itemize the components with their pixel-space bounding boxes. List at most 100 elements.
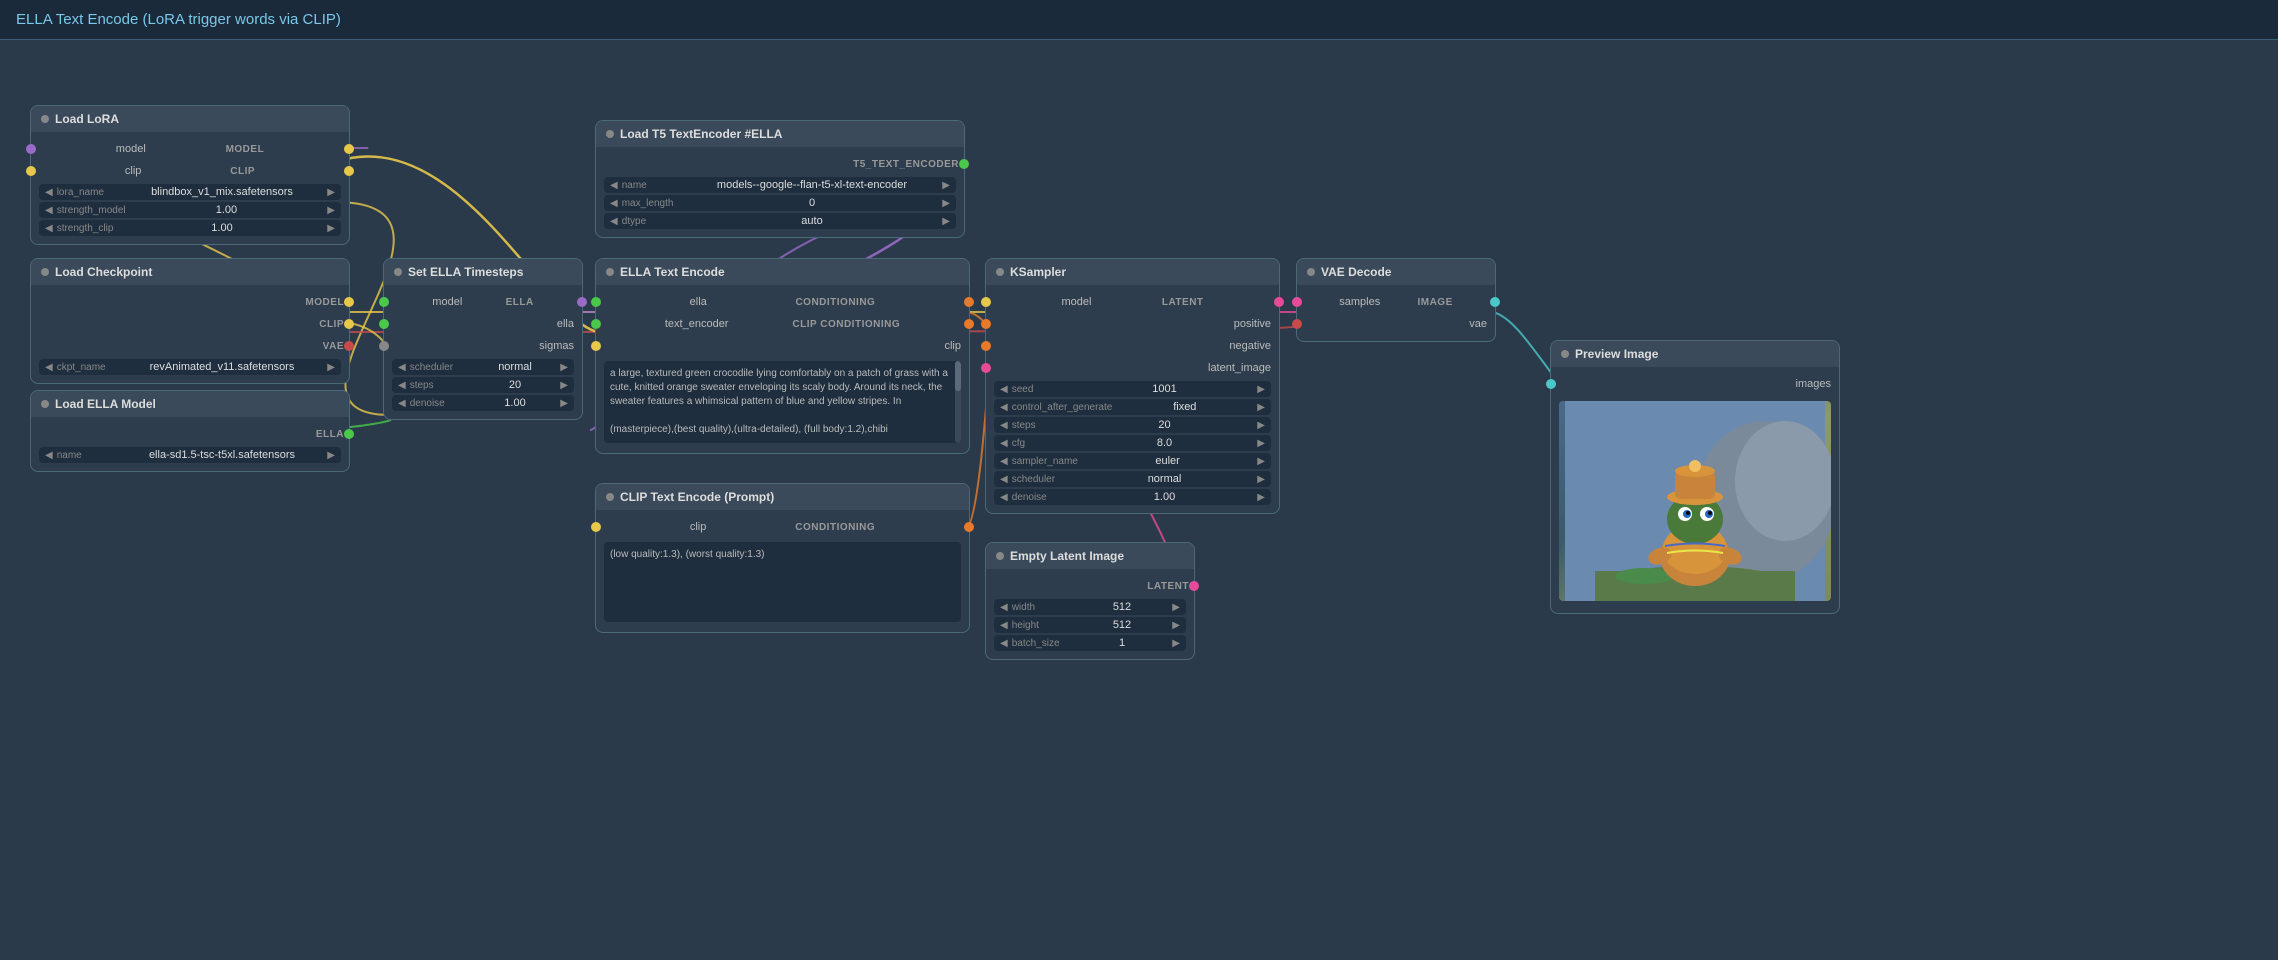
ella-name-left-arrow[interactable]: ◀ [45,450,53,461]
ks-sched-label: scheduler [1012,474,1072,485]
lora-name-left-arrow[interactable]: ◀ [45,187,53,198]
preview-svg [1559,401,1831,601]
checkpoint-vae-row: VAE [31,335,349,357]
strength-model-right-arrow[interactable]: ▶ [327,205,335,216]
ella-name-value: ella-sd1.5-tsc-t5xl.safetensors [121,449,324,461]
ks-denoise-left[interactable]: ◀ [1000,492,1008,503]
strength-clip-label: strength_clip [57,223,117,234]
sampler-name-right[interactable]: ▶ [1257,456,1265,467]
ks-denoise-right[interactable]: ▶ [1257,492,1265,503]
t5-name-right[interactable]: ▶ [942,180,950,191]
preview-image-body: images [1551,367,1839,613]
vae-decode-title: VAE Decode [1321,265,1391,279]
scheduler-value: normal [474,361,557,373]
t5-name-left[interactable]: ◀ [610,180,618,191]
seed-right[interactable]: ▶ [1257,384,1265,395]
clip-out-label: CLIP [230,166,255,177]
strength-clip-left-arrow[interactable]: ◀ [45,223,53,234]
load-ella-node: Load ELLA Model ELLA ◀ name ella-sd1.5-t… [30,390,350,472]
t5-dtype-control[interactable]: ◀ dtype auto ▶ [604,213,956,229]
ella-name-control[interactable]: ◀ name ella-sd1.5-tsc-t5xl.safetensors ▶ [39,447,341,463]
ks-steps-value: 20 [1076,419,1254,431]
seed-left[interactable]: ◀ [1000,384,1008,395]
height-left[interactable]: ◀ [1000,620,1008,631]
vae-decode-node: VAE Decode samples IMAGE vae [1296,258,1496,342]
cfg-right[interactable]: ▶ [1257,438,1265,449]
set-ella-ella-dot [379,319,389,329]
ksampler-model-row: model LATENT [986,291,1279,313]
ks-steps-right[interactable]: ▶ [1257,420,1265,431]
ella-encode-ella-dot [591,297,601,307]
set-scheduler-control[interactable]: ◀ scheduler normal ▶ [392,359,574,375]
lora-name-right-arrow[interactable]: ▶ [327,187,335,198]
set-steps-control[interactable]: ◀ steps 20 ▶ [392,377,574,393]
load-lora-body: model MODEL clip CLIP ◀ lora_name blindb… [31,132,349,244]
strength-model-control[interactable]: ◀ strength_model 1.00 ▶ [39,202,341,218]
set-denoise-left[interactable]: ◀ [398,398,406,409]
set-steps-right[interactable]: ▶ [560,380,568,391]
sampler-name-control[interactable]: ◀ sampler_name euler ▶ [994,453,1271,469]
vae-vae-label: vae [1469,318,1487,330]
model-out-label: MODEL [226,144,265,155]
height-control[interactable]: ◀ height 512 ▶ [994,617,1186,633]
ks-steps-left[interactable]: ◀ [1000,420,1008,431]
ks-sched-left[interactable]: ◀ [1000,474,1008,485]
t5-name-control[interactable]: ◀ name models--google--flan-t5-xl-text-e… [604,177,956,193]
clip-text-area[interactable]: (low quality:1.3), (worst quality:1.3) [604,542,961,622]
strength-clip-right-arrow[interactable]: ▶ [327,223,335,234]
ella-name-right-arrow[interactable]: ▶ [327,450,335,461]
empty-latent-out-dot [1189,581,1199,591]
seed-control[interactable]: ◀ seed 1001 ▶ [994,381,1271,397]
batch-right[interactable]: ▶ [1172,638,1180,649]
strength-clip-control[interactable]: ◀ strength_clip 1.00 ▶ [39,220,341,236]
ks-denoise-control[interactable]: ◀ denoise 1.00 ▶ [994,489,1271,505]
t5-maxlen-left[interactable]: ◀ [610,198,618,209]
t5-name-label: name [622,180,682,191]
t5-dtype-label: dtype [622,216,682,227]
model-out-dot [344,144,354,154]
ckpt-name-control[interactable]: ◀ ckpt_name revAnimated_v11.safetensors … [39,359,341,375]
cag-right[interactable]: ▶ [1257,402,1265,413]
ks-sched-right[interactable]: ▶ [1257,474,1265,485]
scheduler-left[interactable]: ◀ [398,362,406,373]
set-denoise-right[interactable]: ▶ [560,398,568,409]
width-left[interactable]: ◀ [1000,602,1008,613]
width-control[interactable]: ◀ width 512 ▶ [994,599,1186,615]
batch-size-control[interactable]: ◀ batch_size 1 ▶ [994,635,1186,651]
batch-left[interactable]: ◀ [1000,638,1008,649]
cfg-control[interactable]: ◀ cfg 8.0 ▶ [994,435,1271,451]
load-checkpoint-node: Load Checkpoint MODEL CLIP VAE ◀ ckpt_na… [30,258,350,384]
load-t5-title: Load T5 TextEncoder #ELLA [620,127,782,141]
height-right[interactable]: ▶ [1172,620,1180,631]
set-steps-left[interactable]: ◀ [398,380,406,391]
set-denoise-control[interactable]: ◀ denoise 1.00 ▶ [392,395,574,411]
ella-encode-clip-label: clip [944,340,961,352]
ks-steps-label: steps [1012,420,1072,431]
ks-steps-control[interactable]: ◀ steps 20 ▶ [994,417,1271,433]
strength-model-left-arrow[interactable]: ◀ [45,205,53,216]
ckpt-right-arrow[interactable]: ▶ [327,362,335,373]
empty-latent-header: Empty Latent Image [986,543,1194,569]
batch-value: 1 [1076,637,1169,649]
width-right[interactable]: ▶ [1172,602,1180,613]
ckpt-left-arrow[interactable]: ◀ [45,362,53,373]
checkpoint-status-dot [41,268,49,276]
scheduler-right[interactable]: ▶ [560,362,568,373]
t5-dtype-right[interactable]: ▶ [942,216,950,227]
control-after-gen-control[interactable]: ◀ control_after_generate fixed ▶ [994,399,1271,415]
ella-text-area[interactable]: a large, textured green crocodile lying … [604,361,961,443]
lora-name-control[interactable]: ◀ lora_name blindbox_v1_mix.safetensors … [39,184,341,200]
cfg-left[interactable]: ◀ [1000,438,1008,449]
ksampler-latentimg-row: latent_image [986,357,1279,379]
scrollbar[interactable] [955,361,961,443]
sampler-name-left[interactable]: ◀ [1000,456,1008,467]
vae-samples-row: samples IMAGE [1297,291,1495,313]
ks-scheduler-control[interactable]: ◀ scheduler normal ▶ [994,471,1271,487]
t5-dtype-left[interactable]: ◀ [610,216,618,227]
set-ella-title: Set ELLA Timesteps [408,265,523,279]
t5-maxlen-right[interactable]: ▶ [942,198,950,209]
cag-left[interactable]: ◀ [1000,402,1008,413]
t5-maxlen-control[interactable]: ◀ max_length 0 ▶ [604,195,956,211]
t5-maxlen-value: 0 [686,197,939,209]
ella-encode-clipcond-dot [964,319,974,329]
